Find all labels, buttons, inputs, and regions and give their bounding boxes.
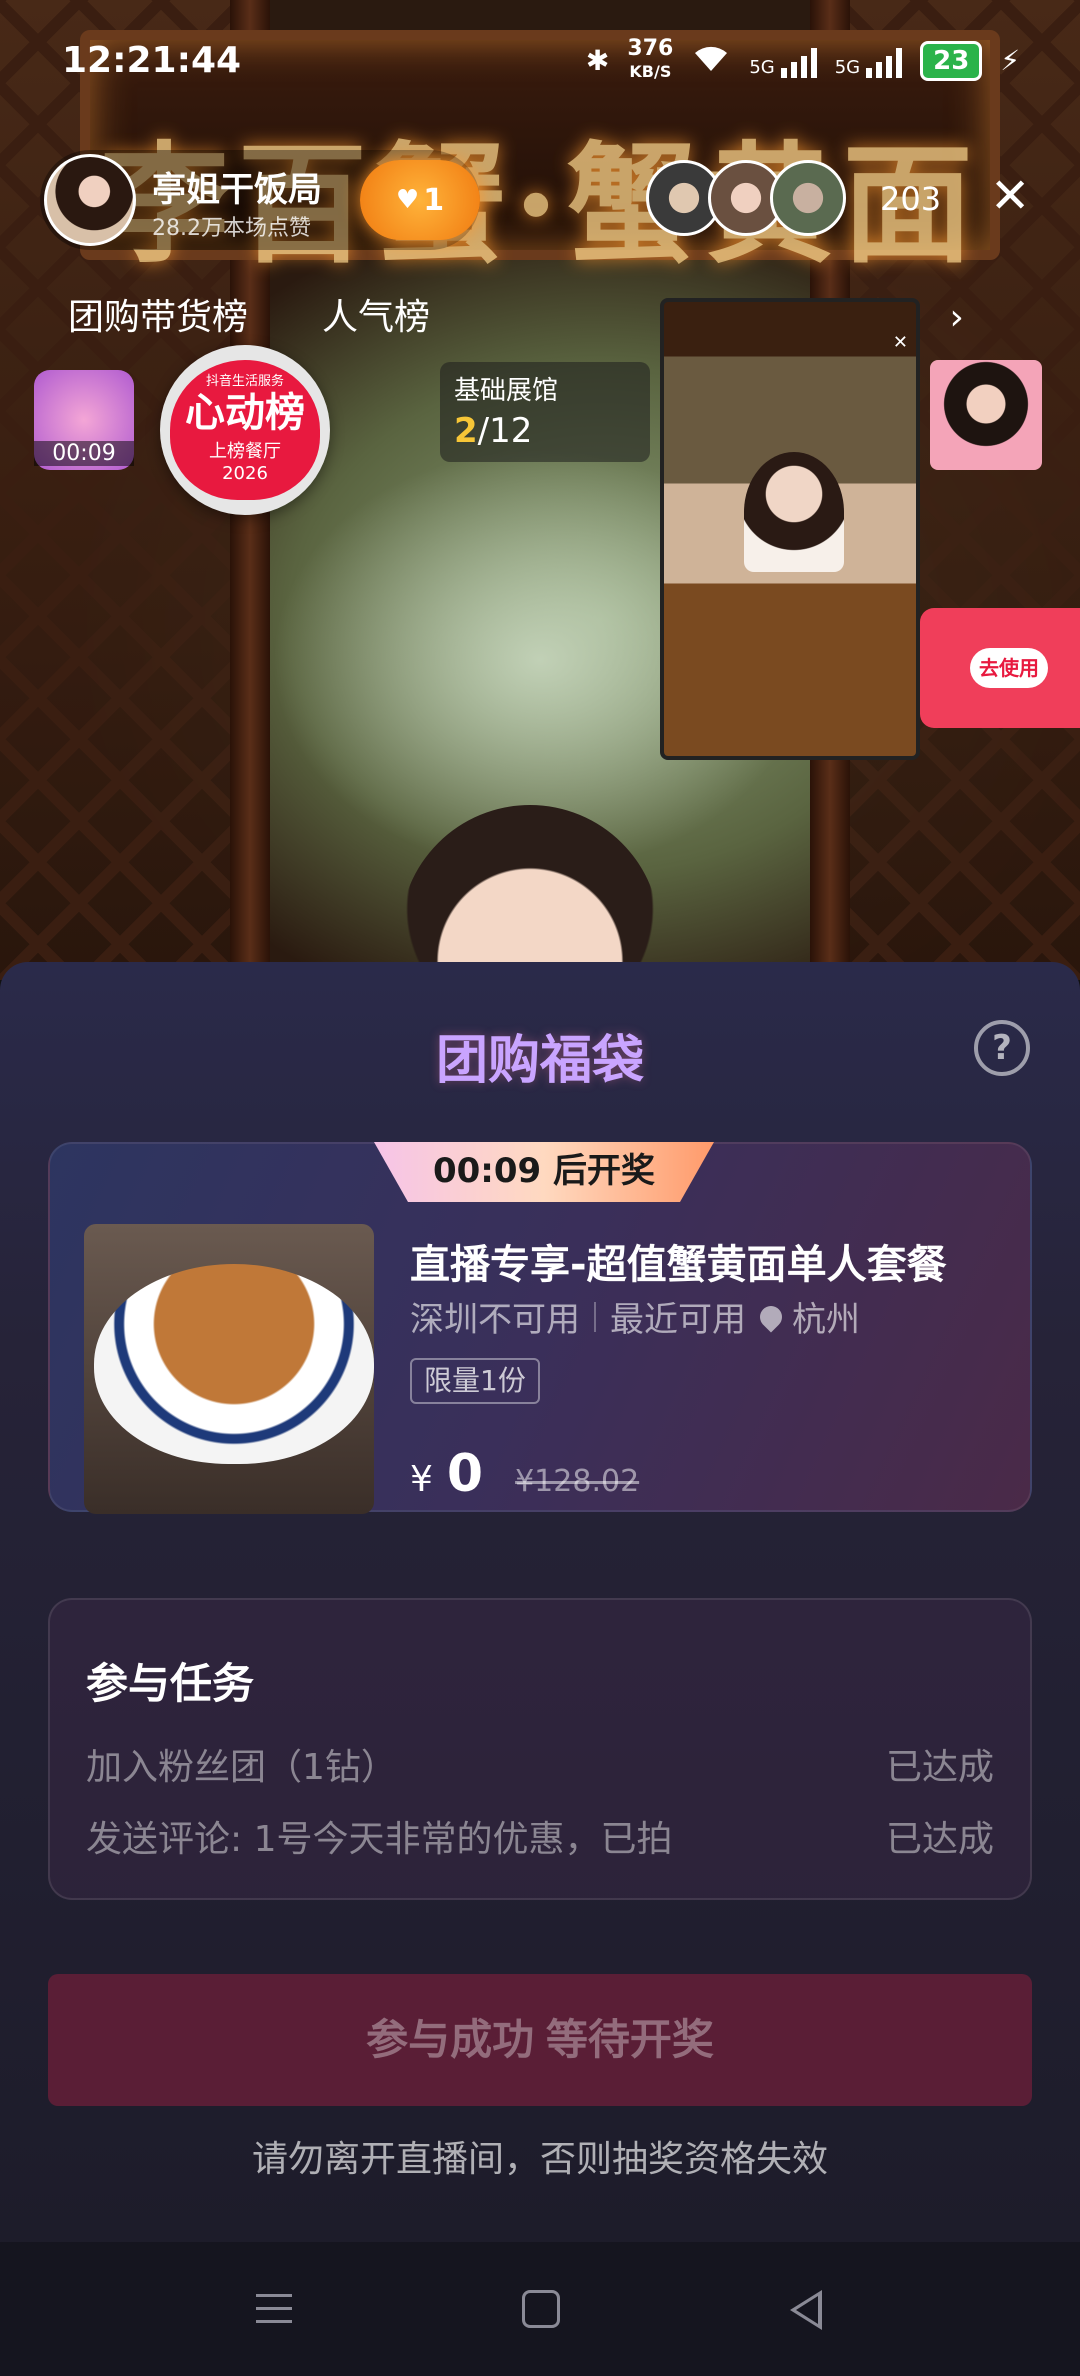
timer-chip-text: 00:09 xyxy=(34,441,134,466)
prize-location: 杭州 xyxy=(792,1300,860,1340)
signal-icon-2: 5G xyxy=(834,44,903,78)
lucky-bag-sheet: 团购福袋 ? 00:09 后开奖 直播专享-超值蟹黄面单人套餐 深圳不可用 最近… xyxy=(0,962,1080,2242)
coupon-use-button[interactable]: 去使用 xyxy=(970,648,1048,688)
task-status: 已达成 xyxy=(885,1819,994,1860)
question-icon[interactable]: ? xyxy=(974,1020,1030,1076)
back-icon[interactable] xyxy=(790,2290,822,2330)
net-speed-value: 376 xyxy=(627,36,674,61)
timer-chip[interactable]: 00:09 xyxy=(34,370,134,470)
host-avatar[interactable] xyxy=(44,154,136,246)
countdown-tag: 00:09 后开奖 xyxy=(374,1142,714,1202)
heart-rank-year: 2026 xyxy=(222,463,268,484)
chevron-right-icon: › xyxy=(949,297,964,338)
meta-divider xyxy=(594,1301,596,1332)
net-type-1: 5G xyxy=(749,56,775,78)
net-speed-unit: KB/S xyxy=(629,62,672,81)
limit-badge: 限量1份 xyxy=(410,1358,540,1404)
prize-meta-nearest: 最近可用 xyxy=(610,1300,746,1340)
heart-rank-sub: 抖音生活服务 xyxy=(205,374,284,389)
bluetooth-icon: ✱ xyxy=(585,44,610,77)
price-original: ¥128.02 xyxy=(515,1464,640,1499)
task-title: 参与任务 xyxy=(86,1659,255,1708)
viewer-avatars[interactable] xyxy=(646,160,846,236)
heart-icon: ♥ xyxy=(395,185,420,215)
heart-rank-inner: 抖音生活服务 心动榜 上榜餐厅 2026 xyxy=(170,360,320,500)
task-label: 发送评论: 1号今天非常的优惠，已拍 xyxy=(86,1819,673,1860)
exhibit-total: /12 xyxy=(477,411,533,451)
location-pin-icon xyxy=(755,1300,787,1333)
close-icon[interactable]: ✕ xyxy=(990,172,1030,220)
task-label: 加入粉丝团（1钻） xyxy=(86,1747,397,1788)
exhibit-title: 基础展馆 xyxy=(454,376,559,406)
charging-icon: ⚡ xyxy=(1000,44,1020,77)
exhibit-count: 2/12 xyxy=(454,411,636,451)
heart-rank-badge[interactable]: 抖音生活服务 心动榜 上榜餐厅 2026 xyxy=(160,345,330,515)
rank-groupbuy[interactable]: 团购带货榜 xyxy=(68,288,248,340)
join-status-button[interactable]: 参与成功 等待开奖 xyxy=(48,1974,1032,2106)
prize-meta: 深圳不可用 最近可用 杭州 xyxy=(410,1292,860,1341)
net-type-2: 5G xyxy=(834,56,861,78)
status-icons: ✱ 376 KB/S 5G 5G 23 ⚡ xyxy=(586,38,1020,83)
price-row: ¥ 0 ¥128.02 xyxy=(410,1444,639,1504)
wifi-icon xyxy=(691,41,731,80)
prize-name: 直播专享-超值蟹黄面单人套餐 xyxy=(410,1242,947,1288)
status-time: 12:21:44 xyxy=(62,40,242,81)
task-card: 参与任务 加入粉丝团（1钻） 已达成 发送评论: 1号今天非常的优惠，已拍 已达… xyxy=(48,1598,1032,1900)
prize-image xyxy=(84,1224,374,1514)
exhibit-current: 2 xyxy=(454,411,478,451)
mini-host xyxy=(744,452,844,572)
price-now: 0 xyxy=(446,1444,484,1504)
battery-indicator: 23 xyxy=(920,40,983,81)
exhibit-progress[interactable]: 基础展馆 2/12 xyxy=(440,362,650,462)
live-thumbnail[interactable] xyxy=(930,360,1042,470)
viewer-avatar xyxy=(770,160,846,236)
fan-club-badge[interactable]: ♥ 1 xyxy=(360,160,480,240)
noodle-bowl-image xyxy=(94,1264,374,1464)
mini-live-window[interactable]: ✕ xyxy=(660,298,920,760)
prize-card[interactable]: 00:09 后开奖 直播专享-超值蟹黄面单人套餐 深圳不可用 最近可用 杭州 限… xyxy=(48,1142,1032,1514)
task-row: 加入粉丝团（1钻） 已达成 xyxy=(86,1738,994,1790)
system-nav-bar xyxy=(0,2242,1080,2376)
mini-close-icon[interactable]: ✕ xyxy=(893,332,908,353)
heart-rank-line: 上榜餐厅 xyxy=(209,441,281,462)
host-likes: 28.2万本场点赞 xyxy=(152,216,311,241)
sheet-title: 团购福袋 xyxy=(435,1031,644,1091)
signal-icon-1: 5G xyxy=(749,44,817,78)
heart-rank-main: 心动榜 xyxy=(185,390,305,436)
price-currency: ¥ xyxy=(410,1459,433,1500)
viewer-count[interactable]: 203 xyxy=(880,180,941,218)
home-icon[interactable] xyxy=(522,2290,560,2328)
fan-level: 1 xyxy=(423,182,445,218)
menu-icon[interactable] xyxy=(256,2294,292,2333)
status-bar: 12:21:44 ✱ 376 KB/S 5G 5G 23 ⚡ xyxy=(0,0,1080,120)
host-face xyxy=(400,805,660,980)
task-row: 发送评论: 1号今天非常的优惠，已拍 已达成 xyxy=(86,1810,994,1862)
rank-popular[interactable]: 人气榜 xyxy=(322,288,430,340)
host-name: 亭姐干饭局 xyxy=(152,170,322,210)
prize-meta-unavailable: 深圳不可用 xyxy=(410,1300,580,1340)
task-status: 已达成 xyxy=(885,1747,994,1788)
net-speed: 376 KB/S xyxy=(627,38,673,83)
warning-text: 请勿离开直播间，否则抽奖资格失效 xyxy=(251,2139,828,2180)
